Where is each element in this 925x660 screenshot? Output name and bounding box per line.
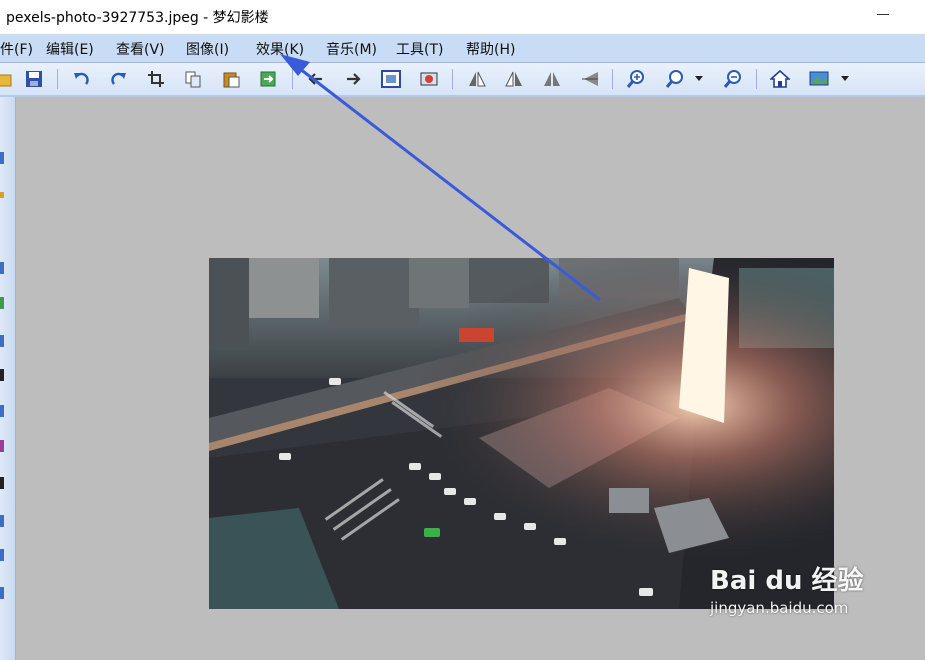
- watermark-logo: Bai du 经验: [710, 566, 864, 596]
- zoom-in-icon[interactable]: [625, 68, 647, 90]
- side-tool-icon[interactable]: [0, 262, 4, 274]
- menu-edit[interactable]: 编辑(E): [46, 39, 94, 59]
- copy-icon[interactable]: [182, 68, 204, 90]
- left-toolbar: [0, 97, 16, 660]
- window-title: pexels-photo-3927753.jpeg - 梦幻影楼: [6, 10, 269, 26]
- zoom-out-icon[interactable]: [722, 68, 744, 90]
- menu-view[interactable]: 查看(V): [116, 39, 165, 59]
- side-tool-icon[interactable]: [0, 405, 4, 417]
- toolbar-separator: [292, 69, 293, 89]
- export-icon[interactable]: [257, 68, 279, 90]
- toolbar-separator: [756, 69, 757, 89]
- crop-icon[interactable]: [145, 68, 167, 90]
- menu-tools[interactable]: 工具(T): [396, 39, 443, 59]
- toolbar-separator: [452, 69, 453, 89]
- rotate-right-icon[interactable]: [503, 68, 525, 90]
- side-tool-icon[interactable]: [0, 587, 4, 599]
- save-icon[interactable]: [23, 68, 45, 90]
- previous-icon[interactable]: [305, 68, 327, 90]
- home-icon[interactable]: [769, 68, 791, 90]
- side-tool-icon[interactable]: [0, 335, 4, 347]
- flip-horizontal-icon[interactable]: [541, 68, 563, 90]
- minimize-button[interactable]: [877, 14, 889, 15]
- menu-help[interactable]: 帮助(H): [466, 39, 515, 59]
- side-tool-icon[interactable]: [0, 549, 4, 561]
- side-tool-icon[interactable]: [0, 152, 4, 164]
- undo-icon[interactable]: [70, 68, 92, 90]
- baidu-watermark: Bai du 经验 jingyan.baidu.com: [710, 560, 864, 617]
- title-bar: pexels-photo-3927753.jpeg - 梦幻影楼: [0, 0, 925, 34]
- slideshow-icon[interactable]: [418, 68, 440, 90]
- menu-effects[interactable]: 效果(K): [256, 39, 304, 59]
- side-tool-icon[interactable]: [0, 192, 4, 198]
- chevron-down-icon[interactable]: [838, 68, 852, 90]
- chevron-down-icon[interactable]: [692, 68, 706, 90]
- side-tool-icon[interactable]: [0, 369, 4, 381]
- side-tool-icon[interactable]: [0, 515, 4, 527]
- zoom-icon[interactable]: [664, 68, 686, 90]
- menu-music[interactable]: 音乐(M): [326, 39, 377, 59]
- side-tool-icon[interactable]: [0, 297, 4, 309]
- rotate-left-icon[interactable]: [466, 68, 488, 90]
- fit-window-icon[interactable]: [380, 68, 402, 90]
- redo-icon[interactable]: [108, 68, 130, 90]
- watermark-url: jingyan.baidu.com: [710, 599, 849, 617]
- toolbar: [0, 63, 925, 97]
- open-folder-icon[interactable]: [0, 68, 14, 90]
- city-intersection-photo: [209, 258, 834, 609]
- toolbar-separator: [57, 69, 58, 89]
- menu-image[interactable]: 图像(I): [186, 39, 229, 59]
- wallpaper-icon[interactable]: [808, 68, 830, 90]
- paste-icon[interactable]: [220, 68, 242, 90]
- menu-bar: 件(F) 编辑(E) 查看(V) 图像(I) 效果(K) 音乐(M) 工具(T)…: [0, 34, 925, 63]
- flip-vertical-icon[interactable]: [579, 68, 601, 90]
- next-icon[interactable]: [342, 68, 364, 90]
- menu-file[interactable]: 件(F): [0, 39, 33, 59]
- side-tool-icon[interactable]: [0, 440, 4, 452]
- toolbar-separator: [612, 69, 613, 89]
- side-tool-icon[interactable]: [0, 477, 4, 489]
